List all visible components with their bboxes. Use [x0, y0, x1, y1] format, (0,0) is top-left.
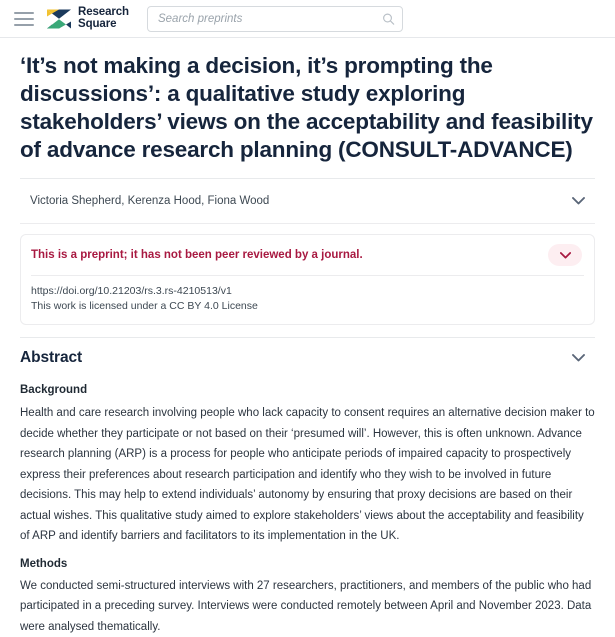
hamburger-line — [14, 18, 34, 20]
hamburger-line — [14, 12, 34, 14]
brand-line-1: Research — [78, 7, 129, 19]
preprint-notice: This is a preprint; it has not been peer… — [31, 247, 363, 263]
abstract-section-body-background: Health and care research involving peopl… — [20, 403, 595, 547]
chevron-down-icon — [572, 197, 585, 205]
preprint-expand-button[interactable] — [548, 244, 582, 266]
abstract-section-body-methods: We conducted semi-structured interviews … — [20, 576, 595, 637]
chevron-down-icon — [560, 252, 571, 259]
preprint-card: This is a preprint; it has not been peer… — [20, 234, 595, 325]
paper-meta: https://doi.org/10.21203/rs.3.rs-4210513… — [21, 276, 594, 324]
license-text: This work is licensed under a CC BY 4.0 … — [31, 299, 584, 314]
authors-expand-button[interactable] — [565, 190, 591, 212]
authors-row[interactable]: Victoria Shepherd, Kerenza Hood, Fiona W… — [20, 179, 595, 224]
search-input[interactable] — [147, 6, 403, 32]
abstract-header[interactable]: Abstract — [20, 338, 595, 373]
abstract-section-label-methods: Methods — [20, 556, 595, 572]
research-square-logo-icon — [46, 7, 72, 31]
authors-list: Victoria Shepherd, Kerenza Hood, Fiona W… — [30, 193, 269, 209]
preprint-banner: This is a preprint; it has not been peer… — [21, 235, 594, 275]
abstract-heading: Abstract — [20, 349, 82, 367]
search-box — [147, 6, 403, 32]
hamburger-line — [14, 24, 34, 26]
paper-content: ‘It’s not making a decision, it’s prompt… — [0, 52, 615, 637]
site-header: Research Square — [0, 0, 615, 38]
brand-logo-link[interactable]: Research Square — [46, 7, 129, 31]
abstract-collapse-button[interactable] — [565, 347, 591, 369]
brand-line-2: Square — [78, 19, 129, 31]
page-title: ‘It’s not making a decision, it’s prompt… — [20, 52, 595, 164]
hamburger-menu-icon[interactable] — [14, 12, 34, 26]
brand-text: Research Square — [78, 7, 129, 31]
doi-link[interactable]: https://doi.org/10.21203/rs.3.rs-4210513… — [31, 284, 584, 299]
chevron-down-icon — [572, 354, 585, 362]
abstract-section-label-background: Background — [20, 382, 595, 398]
